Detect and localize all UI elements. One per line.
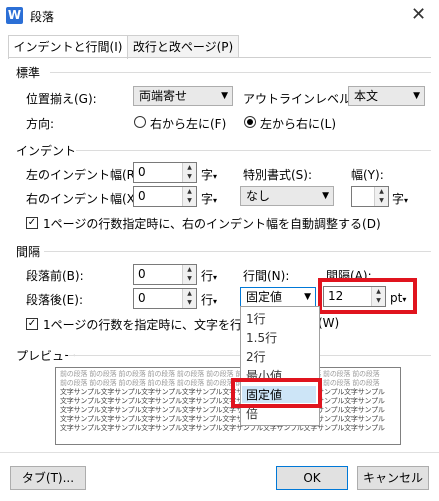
left-indent-input[interactable]: 0 ▲ ▼	[133, 162, 197, 183]
special-indent-select[interactable]: なし ▼	[240, 186, 334, 206]
space-before-value: 0	[138, 267, 146, 281]
tab-divider	[8, 57, 431, 58]
preview-sample-line: 文字サンプル文字サンプル文字サンプル文字サンプル文字サンプル文字サンプル文字サン…	[60, 424, 385, 432]
width-unit[interactable]: 字▾	[392, 190, 408, 207]
width-label: 幅(Y):	[351, 168, 384, 182]
footer-divider	[0, 452, 439, 453]
chevron-down-icon: ▼	[413, 91, 420, 101]
spacing-at-value: 12	[328, 289, 344, 303]
space-after-input[interactable]: 0 ▲ ▼	[133, 288, 197, 309]
chevron-down-icon: ▼	[304, 292, 311, 302]
space-before-input[interactable]: 0 ▲ ▼	[133, 264, 197, 285]
rtl-radio[interactable]	[134, 116, 146, 128]
special-indent-label: 特別書式(S):	[243, 168, 313, 182]
preview-pane: 前の段落 前の段落 前の段落 前の段落 前の段落 前の段落 前の段落 前の段落 …	[55, 367, 401, 445]
space-after-unit[interactable]: 行▾	[201, 291, 217, 308]
right-indent-input[interactable]: 0 ▲ ▼	[133, 186, 197, 207]
spin-buttons[interactable]: ▲ ▼	[182, 163, 196, 182]
line-option-double[interactable]: 2行	[246, 348, 266, 365]
preview-sample-line: 文字サンプル文字サンプル文字サンプル文字サンプル文字サンプル文字サンプル文字サン…	[60, 406, 385, 414]
section-separator	[44, 251, 431, 252]
tab-line-page-breaks[interactable]: 改行と改ページ(P)	[127, 35, 239, 58]
tabs-button[interactable]: タブ(T)...	[10, 466, 86, 490]
alignment-label: 位置揃え(G):	[26, 92, 97, 106]
tab-indent-spacing[interactable]: インデントと行間(I)	[8, 35, 128, 59]
line-spacing-label: 行間(N):	[243, 269, 290, 283]
auto-adjust-label: 1ページの行数指定時に、右のインデント幅を自動調整する(D)	[43, 217, 381, 231]
direction-label: 方向:	[26, 117, 55, 131]
left-indent-value: 0	[138, 165, 146, 179]
ok-button[interactable]: OK	[276, 466, 348, 490]
close-icon[interactable]: ✕	[398, 0, 439, 30]
line-spacing-value: 固定値	[246, 290, 283, 304]
space-after-value: 0	[138, 291, 146, 305]
line-spacing-dropdown: 1行 1.5行 2行 最小値 固定値 倍	[240, 306, 320, 426]
space-before-unit[interactable]: 行▾	[201, 267, 217, 284]
preview-sample-line: 文字サンプル文字サンプル文字サンプル文字サンプル文字サンプル文字サンプル文字サン…	[60, 388, 385, 396]
space-after-label: 段落後(E):	[26, 293, 83, 307]
line-option-1-5[interactable]: 1.5行	[246, 329, 277, 346]
dialog-title: 段落	[30, 10, 55, 24]
chevron-down-icon: ▼	[221, 91, 228, 101]
left-indent-label: 左のインデント幅(R):	[26, 168, 144, 182]
spacing-at-unit[interactable]: pt▾	[390, 291, 406, 305]
alignment-value: 両端寄せ	[139, 89, 188, 103]
section-separator	[50, 72, 431, 73]
spacing-at-input[interactable]: 12 ▲ ▼	[323, 286, 386, 307]
ltr-label: 左から右に(L)	[260, 117, 337, 131]
title-bar	[0, 0, 439, 32]
preview-previous-paragraph: 前の段落 前の段落 前の段落 前の段落 前の段落 前の段落 前の段落 前の段落 …	[60, 370, 380, 378]
right-indent-value: 0	[138, 189, 146, 203]
right-indent-unit[interactable]: 字▾	[201, 190, 217, 207]
section-preview: プレビュー	[16, 349, 77, 363]
ltr-radio[interactable]	[244, 116, 256, 128]
spin-buttons[interactable]: ▲ ▼	[182, 187, 196, 206]
preview-sample-line: 文字サンプル文字サンプル文字サンプル文字サンプル文字サンプル文字サンプル文字サン…	[60, 415, 385, 423]
wps-writer-icon: W	[6, 7, 23, 24]
spin-buttons[interactable]: ▲ ▼	[182, 289, 196, 308]
section-general: 標準	[16, 66, 41, 80]
spin-buttons[interactable]: ▲ ▼	[182, 265, 196, 284]
right-indent-label: 右のインデント幅(X):	[26, 192, 144, 206]
special-indent-value: なし	[246, 189, 271, 203]
section-indent: インデント	[16, 144, 77, 158]
chevron-down-icon: ▼	[322, 191, 329, 201]
section-separator	[76, 150, 431, 151]
auto-adjust-checkbox[interactable]: ✓	[26, 217, 38, 229]
space-before-label: 段落前(B):	[26, 269, 84, 283]
alignment-select[interactable]: 両端寄せ ▼	[133, 86, 233, 106]
preview-previous-paragraph: 前の段落 前の段落 前の段落 前の段落 前の段落 前の段落 前の段落 前の段落 …	[60, 379, 380, 387]
highlight-box-exactly-option	[231, 378, 322, 408]
grid-snap-checkbox[interactable]: ✓	[26, 318, 38, 330]
rtl-label: 右から左に(F)	[150, 117, 227, 131]
line-option-single[interactable]: 1行	[246, 310, 266, 327]
outline-level-select[interactable]: 本文 ▼	[348, 86, 425, 106]
preview-sample-line: 文字サンプル文字サンプル文字サンプル文字サンプル文字サンプル文字サンプル文字サン…	[60, 397, 385, 405]
cancel-button[interactable]: キャンセル	[357, 466, 429, 490]
line-spacing-select[interactable]: 固定値 ▼	[240, 287, 316, 307]
left-indent-unit[interactable]: 字▾	[201, 166, 217, 183]
width-input[interactable]: ▲ ▼	[351, 186, 389, 207]
spin-buttons[interactable]: ▲ ▼	[374, 187, 388, 206]
spin-buttons[interactable]: ▲ ▼	[371, 287, 385, 306]
section-spacing: 間隔	[16, 245, 41, 259]
grid-snap-label-tail: (W)	[318, 316, 340, 330]
outline-level-value: 本文	[354, 89, 379, 103]
